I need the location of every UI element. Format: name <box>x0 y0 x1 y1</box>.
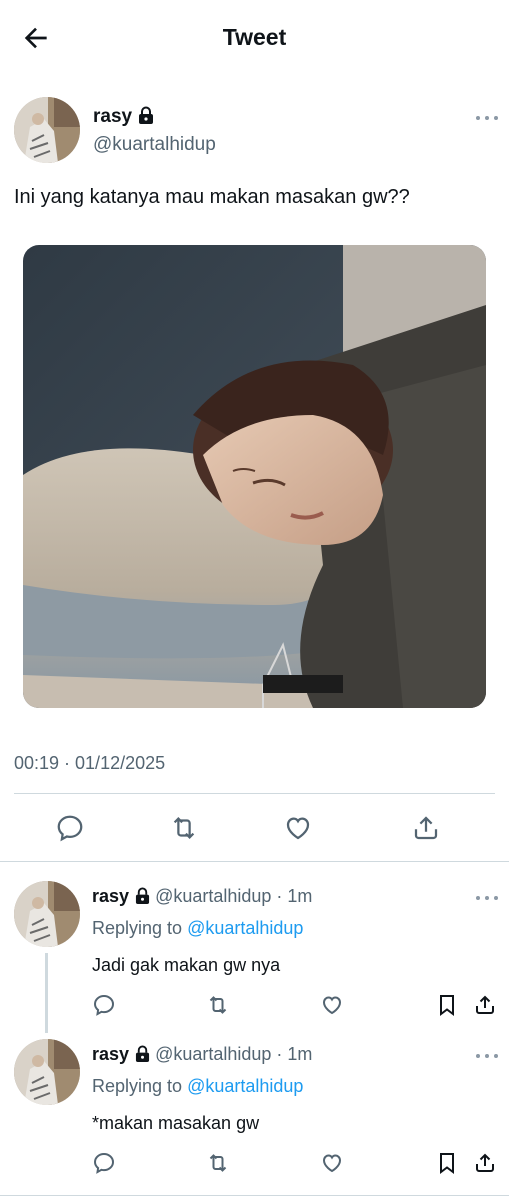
replying-prefix: Replying to <box>92 1076 183 1096</box>
tweet-photo[interactable] <box>23 245 486 708</box>
reply-text: Jadi gak makan gw nya <box>92 955 281 975</box>
retweet-icon[interactable] <box>169 813 199 843</box>
bookmark-icon[interactable] <box>435 993 459 1017</box>
bookmark-icon[interactable] <box>435 1151 459 1175</box>
divider <box>0 861 509 862</box>
replying-prefix: Replying to <box>92 918 183 938</box>
retweet-icon[interactable] <box>206 1151 230 1175</box>
avatar[interactable] <box>14 97 80 163</box>
divider <box>0 1195 509 1196</box>
tweet-timestamp: 00:19 · 01/12/2025 <box>14 753 166 773</box>
reply-author-handle[interactable]: @kuartalhidup <box>155 886 271 906</box>
divider <box>14 793 495 794</box>
reply-text: *makan masakan gw <box>92 1113 260 1133</box>
reply-icon[interactable] <box>55 813 85 843</box>
reply-avatar[interactable] <box>14 1039 80 1105</box>
replying-to: Replying to @kuartalhidup <box>92 918 303 939</box>
more-options-icon[interactable] <box>476 1052 498 1060</box>
author-handle[interactable]: @kuartalhidup <box>93 134 216 156</box>
like-icon[interactable] <box>320 993 344 1017</box>
author-name[interactable]: rasy <box>93 106 132 127</box>
reply-time: · 1m <box>276 1044 313 1064</box>
reply-time: · 1m <box>276 886 313 906</box>
reply-author-name[interactable]: rasy <box>92 886 129 906</box>
replying-mention[interactable]: @kuartalhidup <box>187 918 303 938</box>
top-bar: Tweet <box>0 0 509 76</box>
more-options-icon[interactable] <box>476 894 498 902</box>
lock-icon <box>138 106 154 129</box>
lock-icon <box>135 1045 150 1067</box>
tweet-text: Ini yang katanya mau makan masakan gw?? <box>14 186 410 208</box>
replying-to: Replying to @kuartalhidup <box>92 1076 303 1097</box>
reply-avatar[interactable] <box>14 881 80 947</box>
reply-header: rasy @kuartalhidup · 1m <box>92 1044 312 1067</box>
reply-header: rasy @kuartalhidup · 1m <box>92 886 312 909</box>
tweet-author: rasy <box>93 106 154 129</box>
more-options-icon[interactable] <box>476 114 498 122</box>
share-icon[interactable] <box>411 813 441 843</box>
share-icon[interactable] <box>473 1151 497 1175</box>
reply-icon[interactable] <box>92 993 116 1017</box>
lock-icon <box>135 887 150 909</box>
like-icon[interactable] <box>283 813 313 843</box>
thread-connector <box>45 953 48 1033</box>
reply-author-handle[interactable]: @kuartalhidup <box>155 1044 271 1064</box>
like-icon[interactable] <box>320 1151 344 1175</box>
replying-mention[interactable]: @kuartalhidup <box>187 1076 303 1096</box>
reply-author-name[interactable]: rasy <box>92 1044 129 1064</box>
retweet-icon[interactable] <box>206 993 230 1017</box>
share-icon[interactable] <box>473 993 497 1017</box>
page-title: Tweet <box>222 24 287 50</box>
reply-icon[interactable] <box>92 1151 116 1175</box>
